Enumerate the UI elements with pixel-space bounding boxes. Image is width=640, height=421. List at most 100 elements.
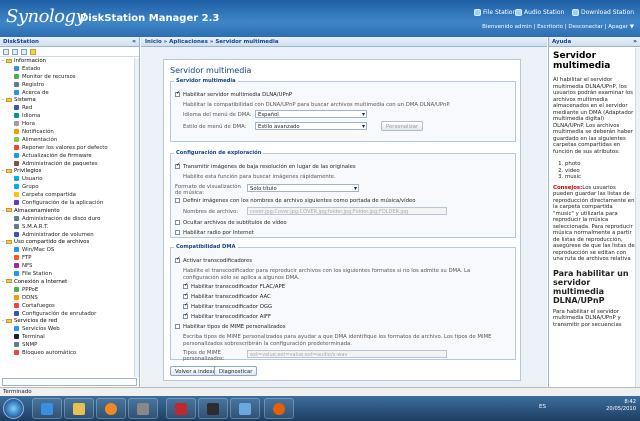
nav-item[interactable]: Cortafuegos	[0, 302, 139, 311]
nav-item[interactable]: Red	[0, 105, 139, 113]
low-res-checkbox[interactable]: Transmitir imágenes de baja resolución e…	[175, 162, 356, 170]
nav-item[interactable]: FTP	[0, 255, 139, 263]
language-indicator[interactable]: ES	[539, 404, 546, 410]
nav-item[interactable]: Administración de disco duro	[0, 215, 139, 224]
checkbox[interactable]	[175, 90, 181, 97]
nav-item[interactable]: Registro	[0, 81, 139, 90]
checkbox[interactable]	[183, 302, 189, 309]
taskbar-pdf-icon[interactable]	[166, 398, 196, 419]
nav-category[interactable]: Sistema	[0, 97, 139, 105]
nav-item[interactable]: Configuración de la aplicación	[0, 200, 139, 208]
checkbox[interactable]	[175, 324, 180, 329]
nav-category[interactable]: Conexión a Internet	[0, 279, 139, 287]
audio-station-link[interactable]: Audio Station	[515, 9, 564, 16]
nav-item-label: FTP	[22, 255, 32, 262]
checkbox[interactable]	[175, 198, 180, 203]
help-scrollbar[interactable]	[635, 48, 640, 387]
enable-dlna-checkbox[interactable]: Habilitar servidor multimedia DLNA/UPnP	[175, 90, 292, 98]
taskbar-firefox-icon[interactable]	[264, 398, 294, 419]
mime-input[interactable]: ext=value;ext=value;ext=audio/x-wav	[247, 350, 447, 358]
nav-item[interactable]: Administrador de volumen	[0, 231, 139, 240]
nav-item[interactable]: Carpeta compartida	[0, 192, 139, 200]
nav-item[interactable]: Estado	[0, 65, 139, 74]
nav-item[interactable]: Configuración de enrutador	[0, 310, 139, 319]
codec-ogg-checkbox[interactable]: Habilitar transcodificador OGG	[183, 302, 272, 310]
taskbar-explorer-icon[interactable]	[64, 398, 94, 419]
taskbar-ie-icon[interactable]	[32, 398, 62, 419]
nav-item[interactable]: Usuario	[0, 176, 139, 184]
nav-item[interactable]: Monitor de recursos	[0, 73, 139, 82]
nav-item[interactable]: Win/Mac OS	[0, 247, 139, 255]
customize-button[interactable]: Personalizar	[381, 121, 424, 131]
nav-item[interactable]: DDNS	[0, 294, 139, 303]
internet-radio-checkbox[interactable]: Habilitar radio por Internet	[175, 230, 254, 236]
codec-aiff-checkbox[interactable]: Habilitar transcodificador AIFF	[183, 312, 271, 320]
start-button[interactable]	[3, 398, 24, 419]
taskbar-app-icon[interactable]	[230, 398, 260, 419]
nav-item[interactable]: Hora	[0, 121, 139, 129]
user-menu[interactable]: Bienvenido admin | Escritorio | Desconec…	[482, 24, 634, 30]
checkbox[interactable]	[183, 292, 189, 299]
checkbox[interactable]	[175, 256, 181, 263]
nav-item[interactable]: SNMP	[0, 342, 139, 350]
nav-scrollbar[interactable]	[134, 58, 139, 377]
nav-category[interactable]: Almacenamiento	[0, 208, 139, 216]
nav-item[interactable]: File Station	[0, 271, 139, 279]
cover-image-checkbox[interactable]: Definir imágenes con los nombres de arch…	[175, 198, 415, 204]
nav-item[interactable]: Actualización de firmware	[0, 152, 139, 161]
collapse-all-icon[interactable]	[12, 49, 18, 55]
nav-item[interactable]: Terminal	[0, 334, 139, 342]
nav-item[interactable]: Servicios Web	[0, 326, 139, 334]
nav-search-input[interactable]	[2, 378, 137, 386]
nav-category[interactable]: Servicios de red	[0, 318, 139, 326]
mime-label: Tipos de MIME personalizados:	[183, 350, 225, 362]
favorite-icon[interactable]	[30, 49, 36, 55]
checkbox[interactable]	[175, 162, 181, 169]
video-format-select[interactable]: Sólo título	[247, 184, 359, 192]
refresh-icon[interactable]	[21, 49, 27, 55]
transcode-checkbox[interactable]: Activar transcodificadores	[175, 256, 252, 264]
nav-panel-title: DiskStation «	[0, 37, 139, 47]
checkbox[interactable]	[175, 220, 180, 225]
hide-subtitles-checkbox[interactable]: Ocultar archivos de subtítulos de vídeo	[175, 220, 287, 226]
nav-category[interactable]: Información	[0, 58, 139, 66]
download-station-link[interactable]: Download Station	[572, 9, 634, 16]
menu-language-select[interactable]: Español	[255, 110, 367, 118]
nav-item[interactable]: Bloqueo automático	[0, 349, 139, 358]
help-content: Servidor multimedia Al habilitar el serv…	[553, 51, 635, 334]
checkbox[interactable]	[183, 312, 189, 319]
help-tip: Consejos:Los usuarios pueden guardar las…	[553, 184, 635, 263]
folder-icon	[6, 279, 12, 284]
nav-item[interactable]: Reponer los valores por defecto	[0, 144, 139, 153]
expand-icon[interactable]	[3, 49, 9, 55]
nav-item[interactable]: Grupo	[0, 184, 139, 192]
nav-item[interactable]: NFS	[0, 263, 139, 271]
nav-item[interactable]: Idioma	[0, 113, 139, 121]
codec-aac-checkbox[interactable]: Habilitar transcodificador AAC	[183, 292, 271, 300]
nav-item-icon	[14, 121, 19, 127]
custom-mime-checkbox[interactable]: Habilitar tipos de MIME personalizados	[175, 324, 286, 330]
collapse-icon[interactable]: »	[633, 38, 637, 45]
collapse-icon[interactable]: «	[132, 38, 136, 45]
nav-item[interactable]: Acerca de	[0, 89, 139, 98]
nav-item-icon	[14, 73, 19, 79]
nav-category[interactable]: Uso compartido de archivos	[0, 239, 139, 247]
nav-item[interactable]: Notificación	[0, 129, 139, 137]
folder-icon	[6, 318, 12, 323]
nav-item[interactable]: PPPoE	[0, 286, 139, 295]
nav-item[interactable]: Administración de paquetes	[0, 160, 139, 169]
taskbar-media-icon[interactable]	[96, 398, 126, 419]
checkbox[interactable]	[183, 282, 189, 289]
filenames-input[interactable]: cover.jpg;Cover.jpg;COVER.jpg;folder.jpg…	[247, 207, 447, 215]
codec-flac-checkbox[interactable]: Habilitar transcodificador FLAC/APE	[183, 282, 285, 290]
file-station-link[interactable]: File Station	[474, 9, 516, 16]
menu-style-select[interactable]: Estilo avanzado	[255, 122, 367, 130]
nav-category[interactable]: Privilegios	[0, 168, 139, 176]
taskbar-app-icon[interactable]	[128, 398, 158, 419]
checkbox[interactable]	[175, 230, 180, 235]
system-clock[interactable]: 8:42 20/05/2010	[606, 399, 636, 413]
nav-item[interactable]: Alimentación	[0, 136, 139, 145]
diagnose-button[interactable]: Diagnosticar	[214, 366, 258, 376]
nav-item[interactable]: S.M.A.R.T.	[0, 223, 139, 232]
taskbar-app-icon[interactable]	[198, 398, 228, 419]
